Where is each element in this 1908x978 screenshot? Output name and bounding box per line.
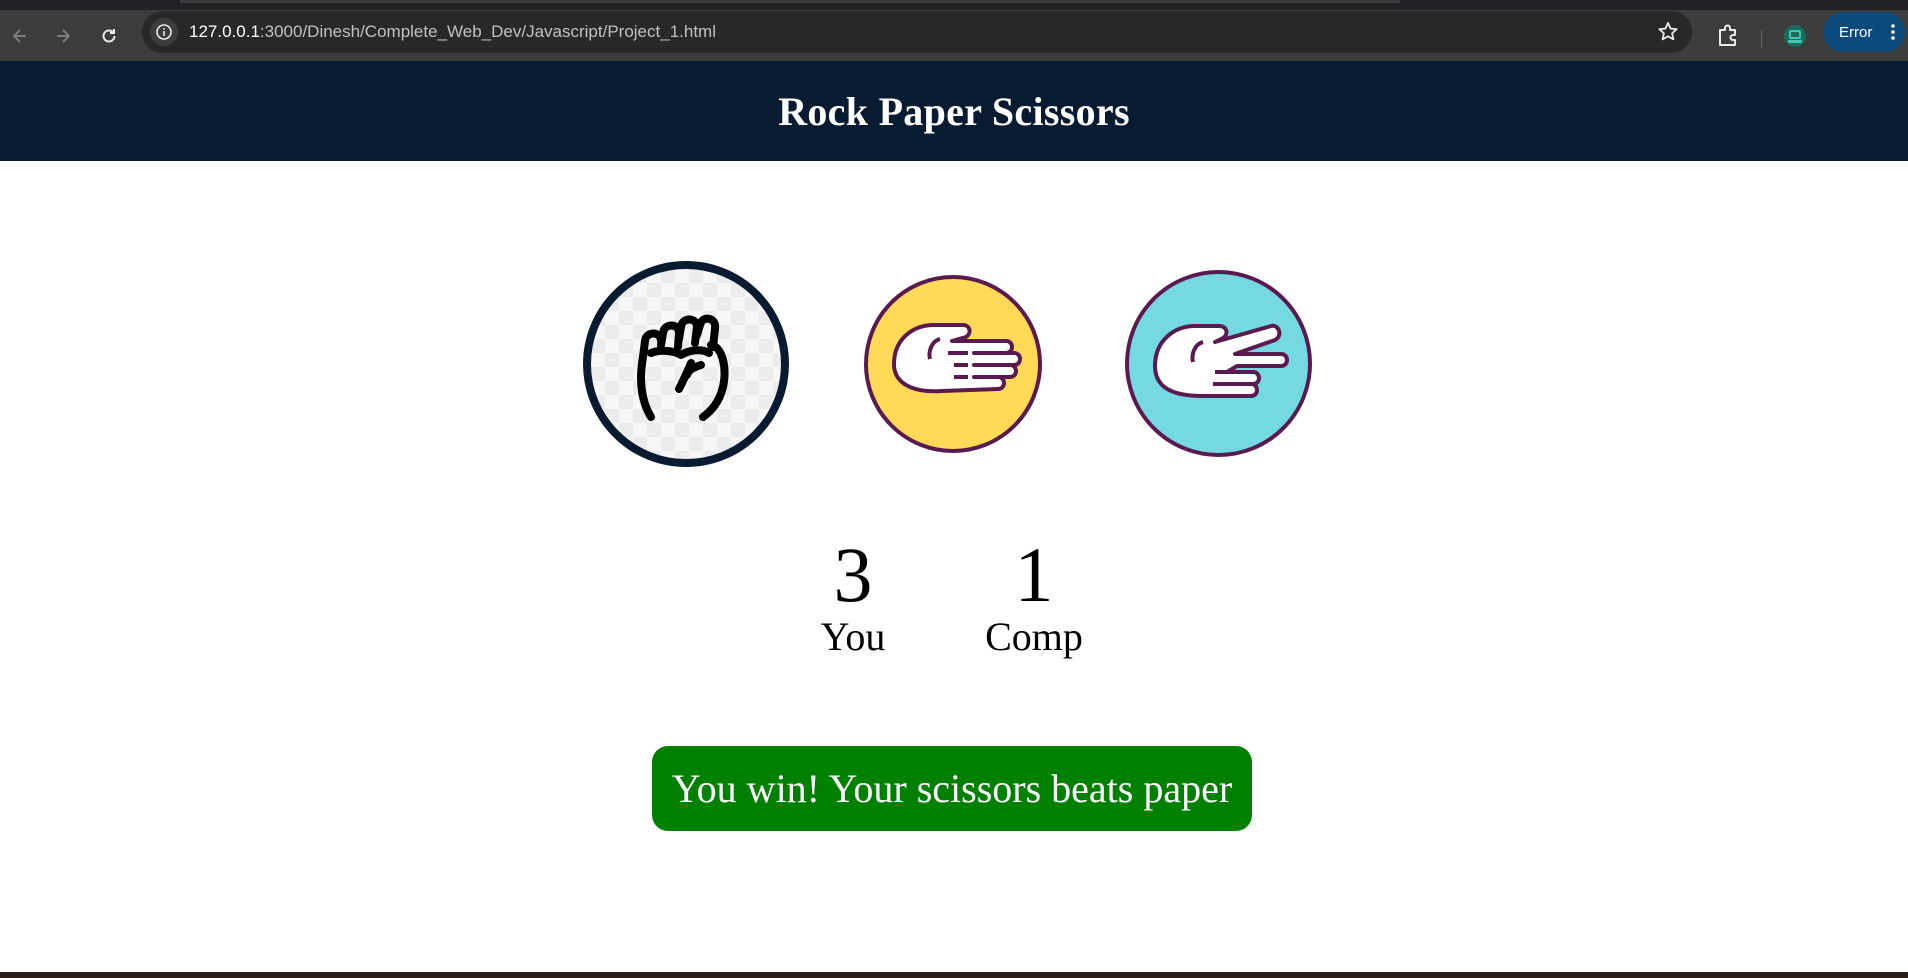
comp-score-label: Comp [985, 614, 1083, 659]
back-icon[interactable] [5, 21, 35, 51]
fist-icon [637, 314, 729, 421]
profile-error-button[interactable]: Error [1823, 12, 1905, 52]
toolbar-separator [1761, 30, 1762, 48]
error-label: Error [1839, 23, 1873, 41]
site-info-icon[interactable] [150, 18, 178, 46]
browser-toolbar: 127.0.0.1:3000/Dinesh/Complete_Web_Dev/J… [0, 10, 1908, 61]
result-message: You win! Your scissors beats paper [652, 746, 1252, 831]
bookmark-star-icon[interactable] [1656, 20, 1680, 44]
extensions-icon[interactable] [1713, 21, 1743, 51]
forward-icon[interactable] [48, 21, 78, 51]
url-text[interactable]: 127.0.0.1:3000/Dinesh/Complete_Web_Dev/J… [189, 22, 716, 42]
url-path: :3000/Dinesh/Complete_Web_Dev/Javascript… [259, 22, 716, 41]
two-finger-hand-icon [1153, 323, 1289, 398]
url-host: 127.0.0.1 [189, 22, 260, 41]
paper-choice-button[interactable] [864, 275, 1042, 453]
user-score: 3 [833, 531, 873, 618]
address-bar[interactable]: 127.0.0.1:3000/Dinesh/Complete_Web_Dev/J… [142, 11, 1692, 53]
comp-score-block: 1 Comp [975, 535, 1093, 659]
profile-icon[interactable] [1781, 22, 1809, 50]
user-score-block: 3 You [808, 535, 898, 659]
bottom-edge [0, 972, 1908, 978]
page-header: Rock Paper Scissors [0, 61, 1908, 161]
more-menu-icon[interactable] [1891, 23, 1895, 41]
flat-hand-icon [892, 323, 1022, 394]
tab-strip-line [180, 0, 1400, 3]
browser-tab-strip [0, 0, 1908, 10]
user-score-label: You [820, 614, 886, 659]
page-title: Rock Paper Scissors [778, 88, 1130, 134]
scissors-choice-button[interactable] [1125, 270, 1312, 457]
rock-choice-button[interactable] [583, 261, 789, 467]
comp-score: 1 [1014, 531, 1054, 618]
reload-icon[interactable] [94, 21, 124, 51]
